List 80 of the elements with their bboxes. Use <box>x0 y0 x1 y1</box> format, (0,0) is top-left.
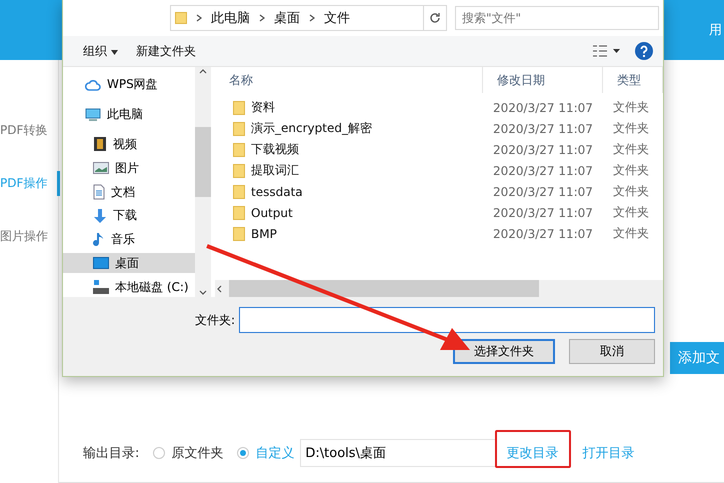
down-arrow-icon <box>93 208 107 224</box>
date-cell-text: 2020/3/27 11:07 <box>492 142 594 156</box>
search-field[interactable]: 搜索"文件" <box>455 6 659 30</box>
chevron-icon <box>308 14 316 22</box>
folder-icon <box>233 206 245 220</box>
view-options-icon[interactable] <box>593 45 621 57</box>
refresh-icon[interactable] <box>429 12 441 24</box>
caret-icon <box>110 50 118 54</box>
nav-item[interactable]: 下载 <box>63 206 195 226</box>
type-cell-text: 文件夹 <box>612 141 650 158</box>
folder-icon <box>233 122 245 136</box>
cloud-icon <box>85 78 101 91</box>
nav-item[interactable]: 文档 <box>63 182 195 202</box>
file-name-cell[interactable]: Output <box>215 206 483 220</box>
nav-item[interactable]: 此电脑 <box>63 104 195 125</box>
folder-icon <box>175 12 187 24</box>
document-icon <box>93 184 105 200</box>
type-cell-text: 文件夹 <box>612 120 650 137</box>
nav-item[interactable]: 本地磁盘 (C:) <box>63 277 195 297</box>
date-cell-text: 2020/3/27 11:07 <box>492 100 594 114</box>
column-header[interactable]: 类型 <box>603 67 663 93</box>
file-name-cell[interactable]: 演示_encrypted_解密 <box>215 120 483 137</box>
music-note-icon <box>93 232 105 248</box>
file-name-cell[interactable]: tessdata <box>215 184 483 198</box>
folder-icon <box>233 226 245 240</box>
date-cell-text: 2020/3/27 11:07 <box>492 226 594 240</box>
folder-icon <box>233 142 245 156</box>
folder-icon <box>233 184 245 198</box>
nav-item[interactable]: WPS网盘 <box>63 75 195 95</box>
breadcrumb-item[interactable]: 桌面 <box>274 9 300 27</box>
nav-item[interactable]: 音乐 <box>63 230 195 250</box>
desktop-icon <box>93 257 109 270</box>
type-cell-text: 文件夹 <box>612 225 650 242</box>
cancel-button[interactable]: 取消 <box>569 339 655 364</box>
address-bar[interactable]: 此电脑 桌面 文件 <box>170 5 447 31</box>
nav-item[interactable]: 桌面 <box>63 253 195 274</box>
select-folder-button[interactable]: 选择文件夹 <box>453 339 555 364</box>
scroll-down-icon <box>199 289 207 297</box>
sidebar-item[interactable]: 图片操作 <box>0 224 60 249</box>
organize-button[interactable]: 组织 <box>81 40 120 62</box>
sidebar-item[interactable]: PDF转换 <box>0 118 60 143</box>
picture-icon <box>93 162 109 174</box>
horizontal-scrollbar[interactable] <box>215 280 663 297</box>
file-name-cell[interactable]: 提取词汇 <box>215 162 483 179</box>
help-icon[interactable] <box>635 42 653 60</box>
file-name-cell[interactable]: BMP <box>215 226 483 240</box>
type-cell-text: 文件夹 <box>612 183 650 200</box>
radio-button[interactable] <box>153 447 166 459</box>
type-cell-text: 文件夹 <box>612 162 650 179</box>
breadcrumb-item[interactable]: 此电脑 <box>211 9 250 27</box>
radio-label[interactable]: 原文件夹 <box>171 444 224 462</box>
folder-icon <box>233 100 245 114</box>
scroll-up-icon <box>199 67 207 75</box>
nav-item[interactable]: 图片 <box>63 158 195 178</box>
folder-icon <box>233 164 245 178</box>
date-cell-text: 2020/3/27 11:07 <box>492 206 594 220</box>
column-header[interactable]: 修改日期 <box>483 67 603 93</box>
folder-label: 文件夹: <box>194 312 235 328</box>
date-cell-text: 2020/3/27 11:07 <box>492 122 594 136</box>
type-cell-text: 文件夹 <box>612 99 650 116</box>
type-cell-text: 文件夹 <box>612 204 650 221</box>
scroll-left-icon <box>215 284 223 292</box>
film-icon <box>93 136 107 152</box>
column-header[interactable]: 名称 <box>215 67 483 93</box>
nav-item[interactable]: 视频 <box>63 134 195 154</box>
date-cell-text: 2020/3/27 11:07 <box>492 164 594 178</box>
monitor-icon <box>85 108 101 122</box>
breadcrumb-item[interactable]: 文件 <box>324 9 350 27</box>
path-field[interactable]: D:\tools\桌面 <box>300 439 496 467</box>
new-folder-button[interactable]: 新建文件夹 <box>134 40 198 62</box>
folder-input-field[interactable] <box>239 307 655 333</box>
drive-icon <box>93 280 109 294</box>
radio-button[interactable] <box>237 447 250 459</box>
output-label: 输出目录: <box>83 445 140 462</box>
file-name-cell[interactable]: 资料 <box>215 99 483 116</box>
date-cell-text: 2020/3/27 11:07 <box>492 184 594 198</box>
chevron-icon <box>195 14 203 22</box>
vertical-scrollbar[interactable] <box>195 67 211 297</box>
file-name-cell[interactable]: 下载视频 <box>215 141 483 158</box>
chevron-icon <box>258 14 266 22</box>
